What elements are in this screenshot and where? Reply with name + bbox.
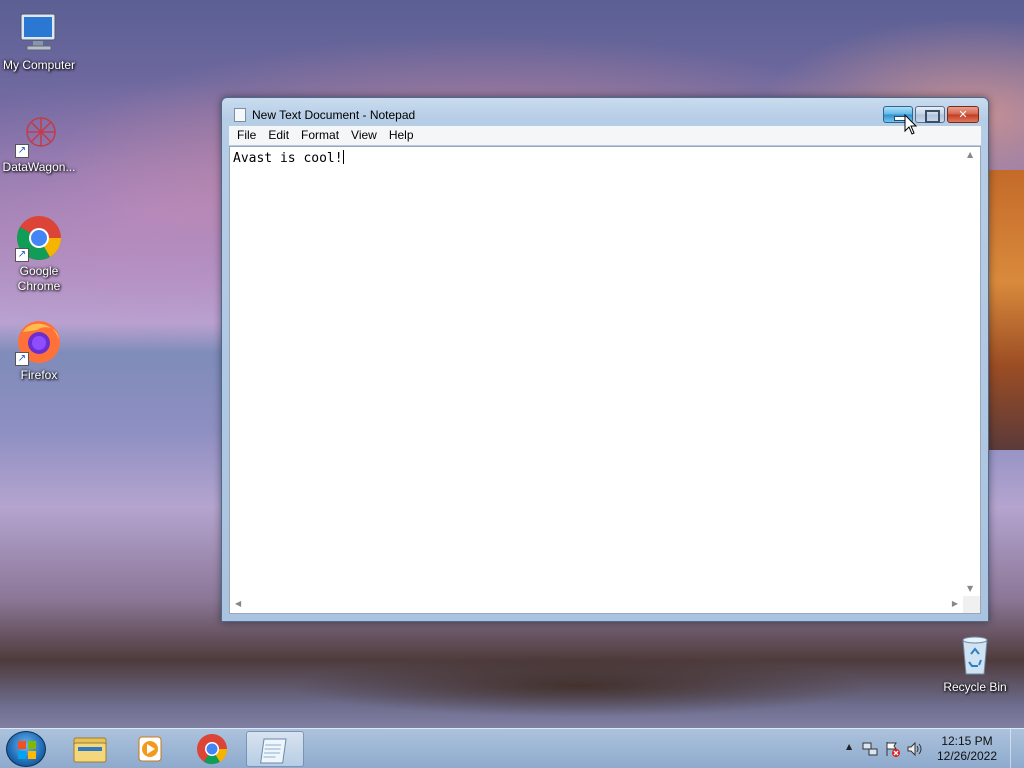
horizontal-scrollbar[interactable]: ◀ ▶	[230, 596, 963, 613]
notepad-icon	[260, 738, 287, 764]
desktop-icon-label: Firefox	[20, 368, 58, 382]
taskbar-chrome-button[interactable]	[184, 731, 240, 767]
menu-view[interactable]: View	[345, 126, 383, 145]
close-icon: ✕	[958, 108, 968, 121]
clock-date: 12/26/2022	[936, 749, 998, 763]
datawagon-icon: ↗	[15, 110, 63, 158]
taskbar-media-player-button[interactable]	[122, 731, 178, 767]
menu-help[interactable]: Help	[383, 126, 420, 145]
wallpaper-cliff	[986, 170, 1024, 450]
desktop-icon-label: Recycle Bin	[943, 680, 1007, 694]
chrome-icon	[197, 734, 228, 765]
clock-time: 12:15 PM	[941, 734, 993, 748]
notepad-window[interactable]: New Text Document - Notepad ✕ File Edit …	[221, 97, 989, 622]
system-tray: ▲ 12:15 PM 12/26/2022	[834, 729, 1024, 768]
action-center-icon[interactable]	[884, 741, 900, 757]
wallpaper-rocks	[170, 620, 990, 730]
volume-icon[interactable]	[906, 741, 922, 757]
windows-logo-icon	[18, 741, 36, 759]
network-icon[interactable]	[862, 741, 878, 757]
notepad-icon	[234, 108, 246, 122]
shortcut-arrow-icon: ↗	[15, 352, 29, 366]
maximize-button[interactable]	[915, 106, 945, 123]
desktop-icon-label: Google Chrome	[17, 264, 61, 293]
scroll-left-icon[interactable]: ◀	[235, 599, 241, 608]
taskbar-notepad-button[interactable]	[246, 731, 304, 767]
caption-buttons: ✕	[883, 106, 979, 123]
menu-bar: File Edit Format View Help	[229, 126, 981, 145]
folder-icon	[73, 737, 107, 763]
mouse-cursor-icon	[904, 114, 918, 135]
taskbar-clock[interactable]: 12:15 PM 12/26/2022	[932, 734, 1002, 764]
menu-format[interactable]: Format	[295, 126, 345, 145]
desktop-icon-label: My Computer	[2, 58, 76, 72]
shortcut-arrow-icon: ↗	[15, 144, 29, 158]
scroll-corner	[963, 596, 980, 613]
text-editor[interactable]: Avast is cool! ▲ ▼ ◀ ▶	[229, 146, 981, 614]
taskbar: ▲ 12:15 PM 12/26/2022	[0, 728, 1024, 768]
editor-content[interactable]: Avast is cool!	[233, 150, 962, 595]
firefox-icon: ↗	[15, 318, 63, 366]
shortcut-arrow-icon: ↗	[15, 248, 29, 262]
desktop-icon-recycle-bin[interactable]: Recycle Bin	[936, 630, 1014, 694]
chrome-icon: ↗	[15, 214, 63, 262]
desktop-icon-label: DataWagon...	[2, 160, 76, 174]
maximize-icon	[916, 107, 944, 123]
desktop-icon-datawagon[interactable]: ↗ DataWagon...	[0, 110, 78, 174]
window-title: New Text Document - Notepad	[252, 108, 416, 122]
menu-edit[interactable]: Edit	[262, 126, 295, 145]
menu-file[interactable]: File	[231, 126, 262, 145]
text-caret	[342, 150, 344, 164]
vertical-scrollbar[interactable]: ▲ ▼	[963, 147, 980, 596]
desktop-icon-chrome[interactable]: ↗ Google Chrome	[0, 214, 78, 294]
desktop-icon-my-computer[interactable]: My Computer	[0, 8, 78, 72]
desktop-icon-firefox[interactable]: ↗ Firefox	[0, 318, 78, 382]
show-hidden-icons-arrow[interactable]: ▲	[846, 742, 852, 751]
title-bar[interactable]: New Text Document - Notepad ✕	[222, 98, 988, 126]
scroll-right-icon[interactable]: ▶	[952, 599, 958, 608]
close-button[interactable]: ✕	[947, 106, 979, 123]
computer-icon	[15, 8, 63, 56]
scroll-up-icon[interactable]: ▲	[967, 150, 973, 159]
scroll-down-icon[interactable]: ▼	[967, 584, 973, 593]
show-desktop-button[interactable]	[1010, 729, 1024, 768]
taskbar-explorer-button[interactable]	[62, 731, 118, 767]
recycle-bin-icon	[951, 630, 999, 678]
media-player-icon	[138, 736, 162, 762]
start-button[interactable]	[6, 731, 46, 767]
document-text: Avast is cool!	[233, 151, 343, 166]
